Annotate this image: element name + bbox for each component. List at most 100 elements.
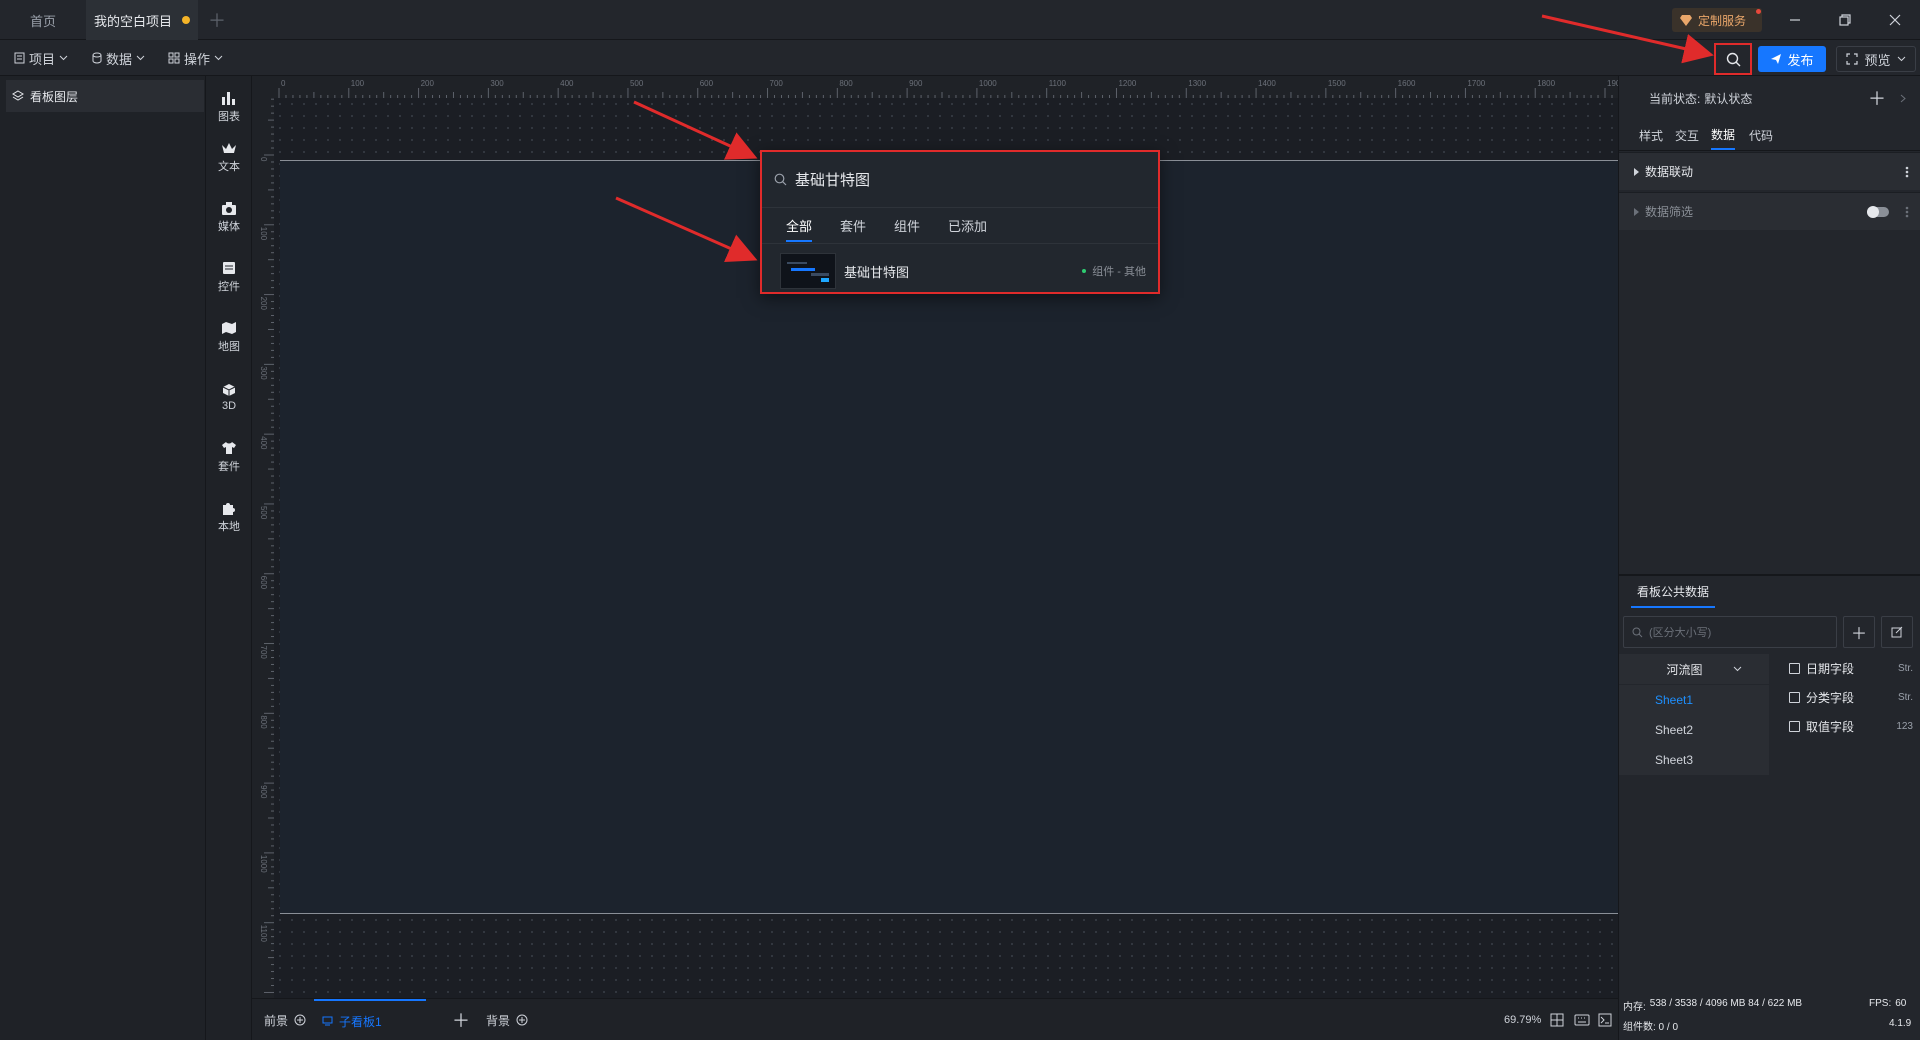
chevron-down-icon: [59, 55, 68, 61]
search-query: 基础甘特图: [795, 172, 871, 189]
field-item-date[interactable]: 日期字段 Str.: [1789, 656, 1919, 680]
search-icon: [774, 173, 787, 186]
close-icon[interactable]: [1880, 6, 1910, 34]
more-vertical-icon[interactable]: [1905, 166, 1909, 178]
layers-header[interactable]: 看板图层: [6, 80, 204, 112]
component-category-label: 文本: [218, 160, 240, 173]
component-category-chart[interactable]: 图表: [206, 82, 252, 132]
tab-home[interactable]: 首页: [0, 0, 86, 40]
bar-chart-icon: [222, 91, 235, 105]
search-tab-kit[interactable]: 套件: [840, 208, 866, 244]
tab-interaction[interactable]: 交互: [1675, 120, 1699, 150]
map-icon: [222, 321, 236, 334]
field-checkbox[interactable]: [1789, 720, 1800, 732]
section-data-linkage[interactable]: 数据联动: [1619, 152, 1920, 190]
public-data-tab[interactable]: 看板公共数据: [1631, 576, 1716, 608]
public-data-search[interactable]: (区分大小写): [1623, 616, 1837, 648]
field-name: 分类字段: [1806, 690, 1855, 705]
menu-data[interactable]: 数据: [92, 40, 145, 76]
ruler-tick-label: 1500: [1328, 79, 1346, 88]
tab-data[interactable]: 数据: [1711, 120, 1736, 150]
main-toolbar: 项目 数据 操作: [0, 40, 1920, 76]
gantt-thumbnail-icon: [787, 262, 829, 282]
field-item-value[interactable]: 取值字段 123: [1789, 714, 1919, 738]
component-category-label: 3D: [221, 399, 237, 412]
field-checkbox[interactable]: [1789, 662, 1800, 674]
custom-service-button[interactable]: 定制服务: [1672, 8, 1762, 32]
puzzle-icon: [223, 502, 235, 515]
dataset-select[interactable]: 河流图: [1619, 654, 1769, 684]
section-data-filter[interactable]: 数据筛选: [1619, 192, 1920, 230]
zoom-level[interactable]: 69.79%: [1504, 999, 1541, 1040]
subboard-tab[interactable]: 子看板1: [314, 999, 426, 1040]
cube-icon: [222, 383, 236, 396]
foreground-tab[interactable]: 前景: [264, 999, 306, 1040]
global-search-button[interactable]: [1714, 43, 1752, 75]
field-checkbox[interactable]: [1789, 691, 1800, 703]
component-category-text[interactable]: 文本: [206, 132, 252, 182]
chevron-right-icon[interactable]: [1895, 86, 1911, 110]
add-circle-icon[interactable]: [516, 1014, 528, 1026]
keyboard-icon[interactable]: [1574, 999, 1590, 1040]
component-category-control[interactable]: 控件: [206, 252, 252, 302]
layers-icon: [12, 90, 24, 101]
preview-button[interactable]: 预览: [1836, 46, 1916, 72]
tab-style[interactable]: 样式: [1639, 120, 1663, 150]
field-type: Str.: [1897, 691, 1913, 703]
component-count: 组件数: 0 / 0: [1623, 1022, 1679, 1033]
current-state[interactable]: 当前状态: 默认状态: [1649, 86, 1752, 110]
ruler-tick-label: 700: [770, 79, 784, 88]
search-tab-added[interactable]: 已添加: [948, 208, 987, 244]
menu-project-label: 项目: [29, 51, 56, 67]
sheet-item-1[interactable]: Sheet1: [1619, 685, 1769, 715]
ruler-vertical[interactable]: 0 100 200 300 400 500 600 700 800 900 1000 1100: [252, 98, 274, 998]
search-tab-all[interactable]: 全部: [786, 208, 813, 244]
memory-value: 538 / 3538 / 4096 MB 84 / 622 MB: [1649, 998, 1803, 1009]
field-item-category[interactable]: 分类字段 Str.: [1789, 685, 1919, 709]
component-search-input[interactable]: 基础甘特图: [762, 152, 1158, 208]
component-category-local[interactable]: 本地: [206, 492, 252, 542]
result-thumbnail: [780, 253, 836, 289]
edit-icon[interactable]: [1881, 616, 1913, 648]
add-data-button[interactable]: ＋: [1843, 616, 1875, 648]
terminal-icon[interactable]: [1598, 999, 1612, 1040]
tab-code[interactable]: 代码: [1749, 120, 1773, 150]
ruler-tick-label: 200: [421, 79, 435, 88]
field-type: Str.: [1897, 662, 1913, 674]
ruler-tick-label: 100: [259, 227, 268, 241]
component-category-media[interactable]: 媒体: [206, 192, 252, 242]
sheet-item-3[interactable]: Sheet3: [1619, 745, 1769, 775]
foreground-label: 前景: [264, 1013, 289, 1028]
app-window: 首页 我的空白项目 ＋ 定制服务 项目 数据 操作 发布 预览 看板图层 图表 …: [0, 0, 1920, 1040]
ruler-tick-label: 1100: [259, 925, 268, 943]
add-board-button[interactable]: ＋: [452, 999, 470, 1040]
menu-project[interactable]: 项目: [14, 40, 68, 76]
ruler-tick-label: 500: [259, 506, 268, 520]
fit-screen-icon[interactable]: [1550, 999, 1564, 1040]
add-circle-icon[interactable]: [294, 1014, 306, 1026]
add-tab-button[interactable]: ＋: [202, 9, 232, 31]
crown-icon: [222, 142, 236, 153]
search-tab-component[interactable]: 组件: [894, 208, 920, 244]
sheet-item-2[interactable]: Sheet2: [1619, 715, 1769, 745]
menu-operation[interactable]: 操作: [168, 40, 223, 76]
publish-button[interactable]: 发布: [1758, 46, 1826, 72]
component-category-3d[interactable]: 3D: [206, 372, 252, 422]
result-meta-wrap: 组件 - 其他: [1082, 263, 1150, 279]
preview-label: 预览: [1864, 52, 1891, 68]
title-bar: 首页 我的空白项目 ＋ 定制服务: [0, 0, 1920, 40]
filter-toggle[interactable]: [1867, 205, 1889, 218]
search-result-item[interactable]: 基础甘特图 组件 - 其他: [780, 252, 1150, 290]
chevron-down-icon: [214, 55, 223, 61]
component-category-map[interactable]: 地图: [206, 312, 252, 362]
minimize-icon[interactable]: [1780, 6, 1810, 34]
component-category-kit[interactable]: 套件: [206, 432, 252, 482]
ruler-tick-label: 600: [259, 576, 268, 590]
background-tab[interactable]: 背景: [486, 999, 528, 1040]
more-vertical-icon[interactable]: [1905, 206, 1909, 218]
ruler-horizontal[interactable]: 0 100 200 300 400 500 600 700 800 900 1000 1100 1200…: [252, 76, 1618, 98]
restore-icon[interactable]: [1830, 6, 1860, 34]
shirt-icon: [222, 441, 236, 454]
add-state-button[interactable]: ＋: [1865, 86, 1889, 110]
field-name: 日期字段: [1806, 661, 1855, 676]
